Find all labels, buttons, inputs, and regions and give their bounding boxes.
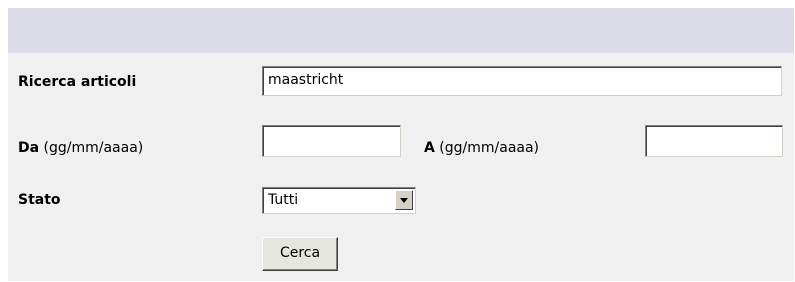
to-date-input[interactable] bbox=[645, 125, 783, 157]
form-header-strip bbox=[8, 8, 794, 53]
to-date-label: A (gg/mm/aaaa) bbox=[424, 140, 540, 156]
status-label: Stato bbox=[18, 192, 61, 208]
status-select[interactable]: Tutti bbox=[262, 187, 416, 214]
search-button[interactable]: Cerca bbox=[262, 237, 338, 271]
search-form-panel: Ricerca articoli maastricht Da (gg/mm/aa… bbox=[8, 8, 794, 281]
from-date-input[interactable] bbox=[262, 125, 401, 157]
search-label: Ricerca articoli bbox=[18, 74, 137, 90]
search-button-label: Cerca bbox=[279, 245, 321, 261]
dropdown-button[interactable] bbox=[395, 190, 413, 210]
from-date-label: Da (gg/mm/aaaa) bbox=[18, 140, 144, 156]
chevron-down-icon bbox=[400, 198, 408, 203]
search-input-value: maastricht bbox=[268, 72, 344, 88]
status-select-value: Tutti bbox=[268, 192, 299, 208]
search-input[interactable]: maastricht bbox=[262, 66, 782, 96]
